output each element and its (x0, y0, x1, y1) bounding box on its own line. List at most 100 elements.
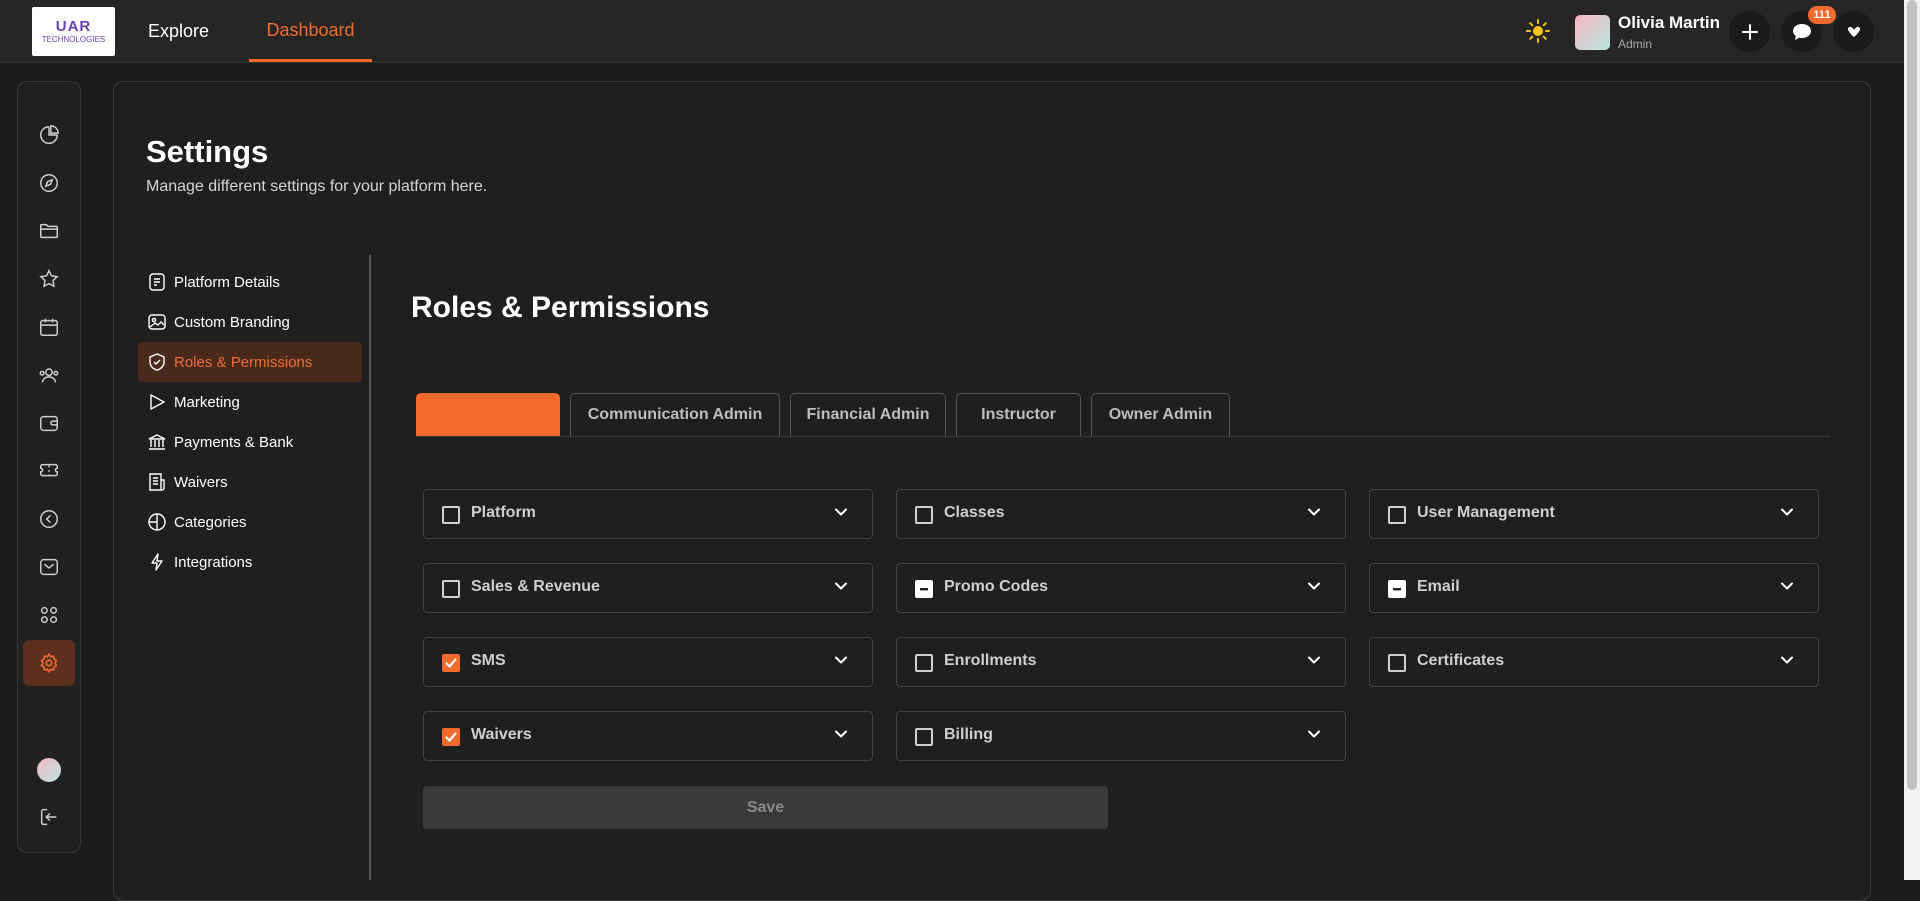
rail-back[interactable] (23, 496, 75, 542)
permission-promo-codes[interactable]: Promo Codes (896, 563, 1346, 613)
permission-enrollments[interactable]: Enrollments (896, 637, 1346, 687)
tab-instructor[interactable]: Instructor (956, 393, 1081, 436)
permission-certificates[interactable]: Certificates (1369, 637, 1819, 687)
nav-dashboard[interactable]: Dashboard (249, 0, 372, 62)
chevron-down-icon[interactable] (1780, 507, 1794, 517)
permission-email[interactable]: Email (1369, 563, 1819, 613)
rail-files[interactable] (23, 208, 75, 254)
save-button[interactable]: Save (423, 786, 1108, 829)
permission-checkbox[interactable] (442, 506, 460, 524)
permission-checkbox[interactable] (915, 506, 933, 524)
page-subtitle: Manage different settings for your platf… (146, 178, 488, 195)
permission-checkbox[interactable] (1388, 506, 1406, 524)
rail-wallet[interactable] (23, 400, 75, 446)
shield-icon (147, 352, 167, 372)
tab-communication-admin[interactable]: Communication Admin (570, 393, 780, 436)
users-icon (39, 368, 59, 383)
permission-platform[interactable]: Platform (423, 489, 873, 539)
permission-checkbox[interactable] (1388, 580, 1406, 598)
calendar-icon (40, 318, 58, 336)
user-avatar[interactable] (1575, 15, 1610, 50)
account-menu-button[interactable] (1833, 11, 1874, 52)
chevron-down-icon[interactable] (1780, 655, 1794, 665)
permission-waivers[interactable]: Waivers (423, 711, 873, 761)
compass-icon (40, 174, 58, 192)
rail-tickets[interactable] (23, 448, 75, 494)
rail-users[interactable] (23, 352, 75, 398)
star-icon (39, 269, 59, 288)
sun-icon[interactable] (1526, 19, 1550, 43)
menu-item-integrations[interactable]: Integrations (138, 542, 362, 582)
tab-active-role[interactable] (416, 393, 560, 436)
menu-item-marketing[interactable]: Marketing (138, 382, 362, 422)
rail-apps[interactable] (23, 592, 75, 638)
rail-favorites[interactable] (23, 256, 75, 302)
permission-checkbox[interactable] (442, 580, 460, 598)
chevron-down-icon[interactable] (834, 581, 848, 591)
rail-settings[interactable] (23, 640, 75, 686)
rail-mail[interactable] (23, 544, 75, 590)
chevron-down-icon[interactable] (1307, 507, 1321, 517)
permission-checkbox[interactable] (915, 580, 933, 598)
permission-checkbox[interactable] (442, 728, 460, 746)
menu-item-custom-branding[interactable]: Custom Branding (138, 302, 362, 342)
permission-label: Enrollments (944, 652, 1037, 669)
chevron-down-icon[interactable] (834, 507, 848, 517)
chevron-down-icon[interactable] (1307, 581, 1321, 591)
logo-text: UAR (55, 17, 92, 35)
permission-label: Waivers (471, 726, 532, 743)
menu-item-label: Waivers (174, 473, 228, 491)
permission-billing[interactable]: Billing (896, 711, 1346, 761)
chevron-down-icon[interactable] (834, 655, 848, 665)
image-icon (147, 312, 167, 332)
chevron-down-icon[interactable] (1780, 581, 1794, 591)
menu-item-label: Custom Branding (174, 313, 290, 331)
menu-item-label: Marketing (174, 393, 240, 411)
menu-item-roles-permissions[interactable]: Roles & Permissions (138, 342, 362, 382)
permission-sms[interactable]: SMS (423, 637, 873, 687)
rail-analytics[interactable] (23, 112, 75, 158)
chevron-down-icon[interactable] (1307, 655, 1321, 665)
avatar[interactable] (37, 758, 61, 782)
menu-item-categories[interactable]: Categories (138, 502, 362, 542)
settings-menu: Platform Details Custom Branding Roles &… (138, 262, 362, 582)
menu-item-label: Integrations (174, 553, 253, 571)
permission-label: Certificates (1417, 652, 1505, 669)
play-icon (147, 392, 167, 412)
rail-explore[interactable] (23, 160, 75, 206)
menu-item-label: Roles & Permissions (174, 353, 313, 371)
wallet-icon (40, 415, 58, 432)
scrollbar-thumb[interactable] (1907, 0, 1917, 790)
permission-label: Billing (944, 726, 993, 743)
company-logo[interactable]: UAR TECHNOLOGIES (32, 7, 115, 56)
rail-logout[interactable] (23, 794, 75, 840)
permission-checkbox[interactable] (915, 654, 933, 672)
permission-user-management[interactable]: User Management (1369, 489, 1819, 539)
tab-owner-admin[interactable]: Owner Admin (1091, 393, 1230, 436)
tab-financial-admin[interactable]: Financial Admin (790, 393, 946, 436)
receipt-icon (147, 472, 167, 492)
permission-label: Sales & Revenue (471, 578, 600, 595)
menu-item-payments-bank[interactable]: Payments & Bank (138, 422, 362, 462)
chevron-down-icon (1847, 26, 1860, 37)
permission-label: Promo Codes (944, 578, 1049, 595)
permission-checkbox[interactable] (915, 728, 933, 746)
menu-item-label: Payments & Bank (174, 433, 294, 451)
menu-item-platform-details[interactable]: Platform Details (138, 262, 362, 302)
chevron-down-icon[interactable] (1307, 729, 1321, 739)
menu-divider (369, 255, 371, 880)
tabs-underline (416, 436, 1830, 437)
permission-sales-revenue[interactable]: Sales & Revenue (423, 563, 873, 613)
menu-item-waivers[interactable]: Waivers (138, 462, 362, 502)
permission-checkbox[interactable] (442, 654, 460, 672)
add-button[interactable] (1729, 11, 1770, 52)
permission-classes[interactable]: Classes (896, 489, 1346, 539)
nav-explore[interactable]: Explore (148, 0, 209, 62)
permission-label: User Management (1417, 504, 1555, 521)
gear-icon (40, 652, 58, 674)
permission-checkbox[interactable] (1388, 654, 1406, 672)
permission-label: SMS (471, 652, 506, 669)
menu-item-label: Platform Details (174, 273, 280, 291)
chevron-down-icon[interactable] (834, 729, 848, 739)
rail-calendar[interactable] (23, 304, 75, 350)
